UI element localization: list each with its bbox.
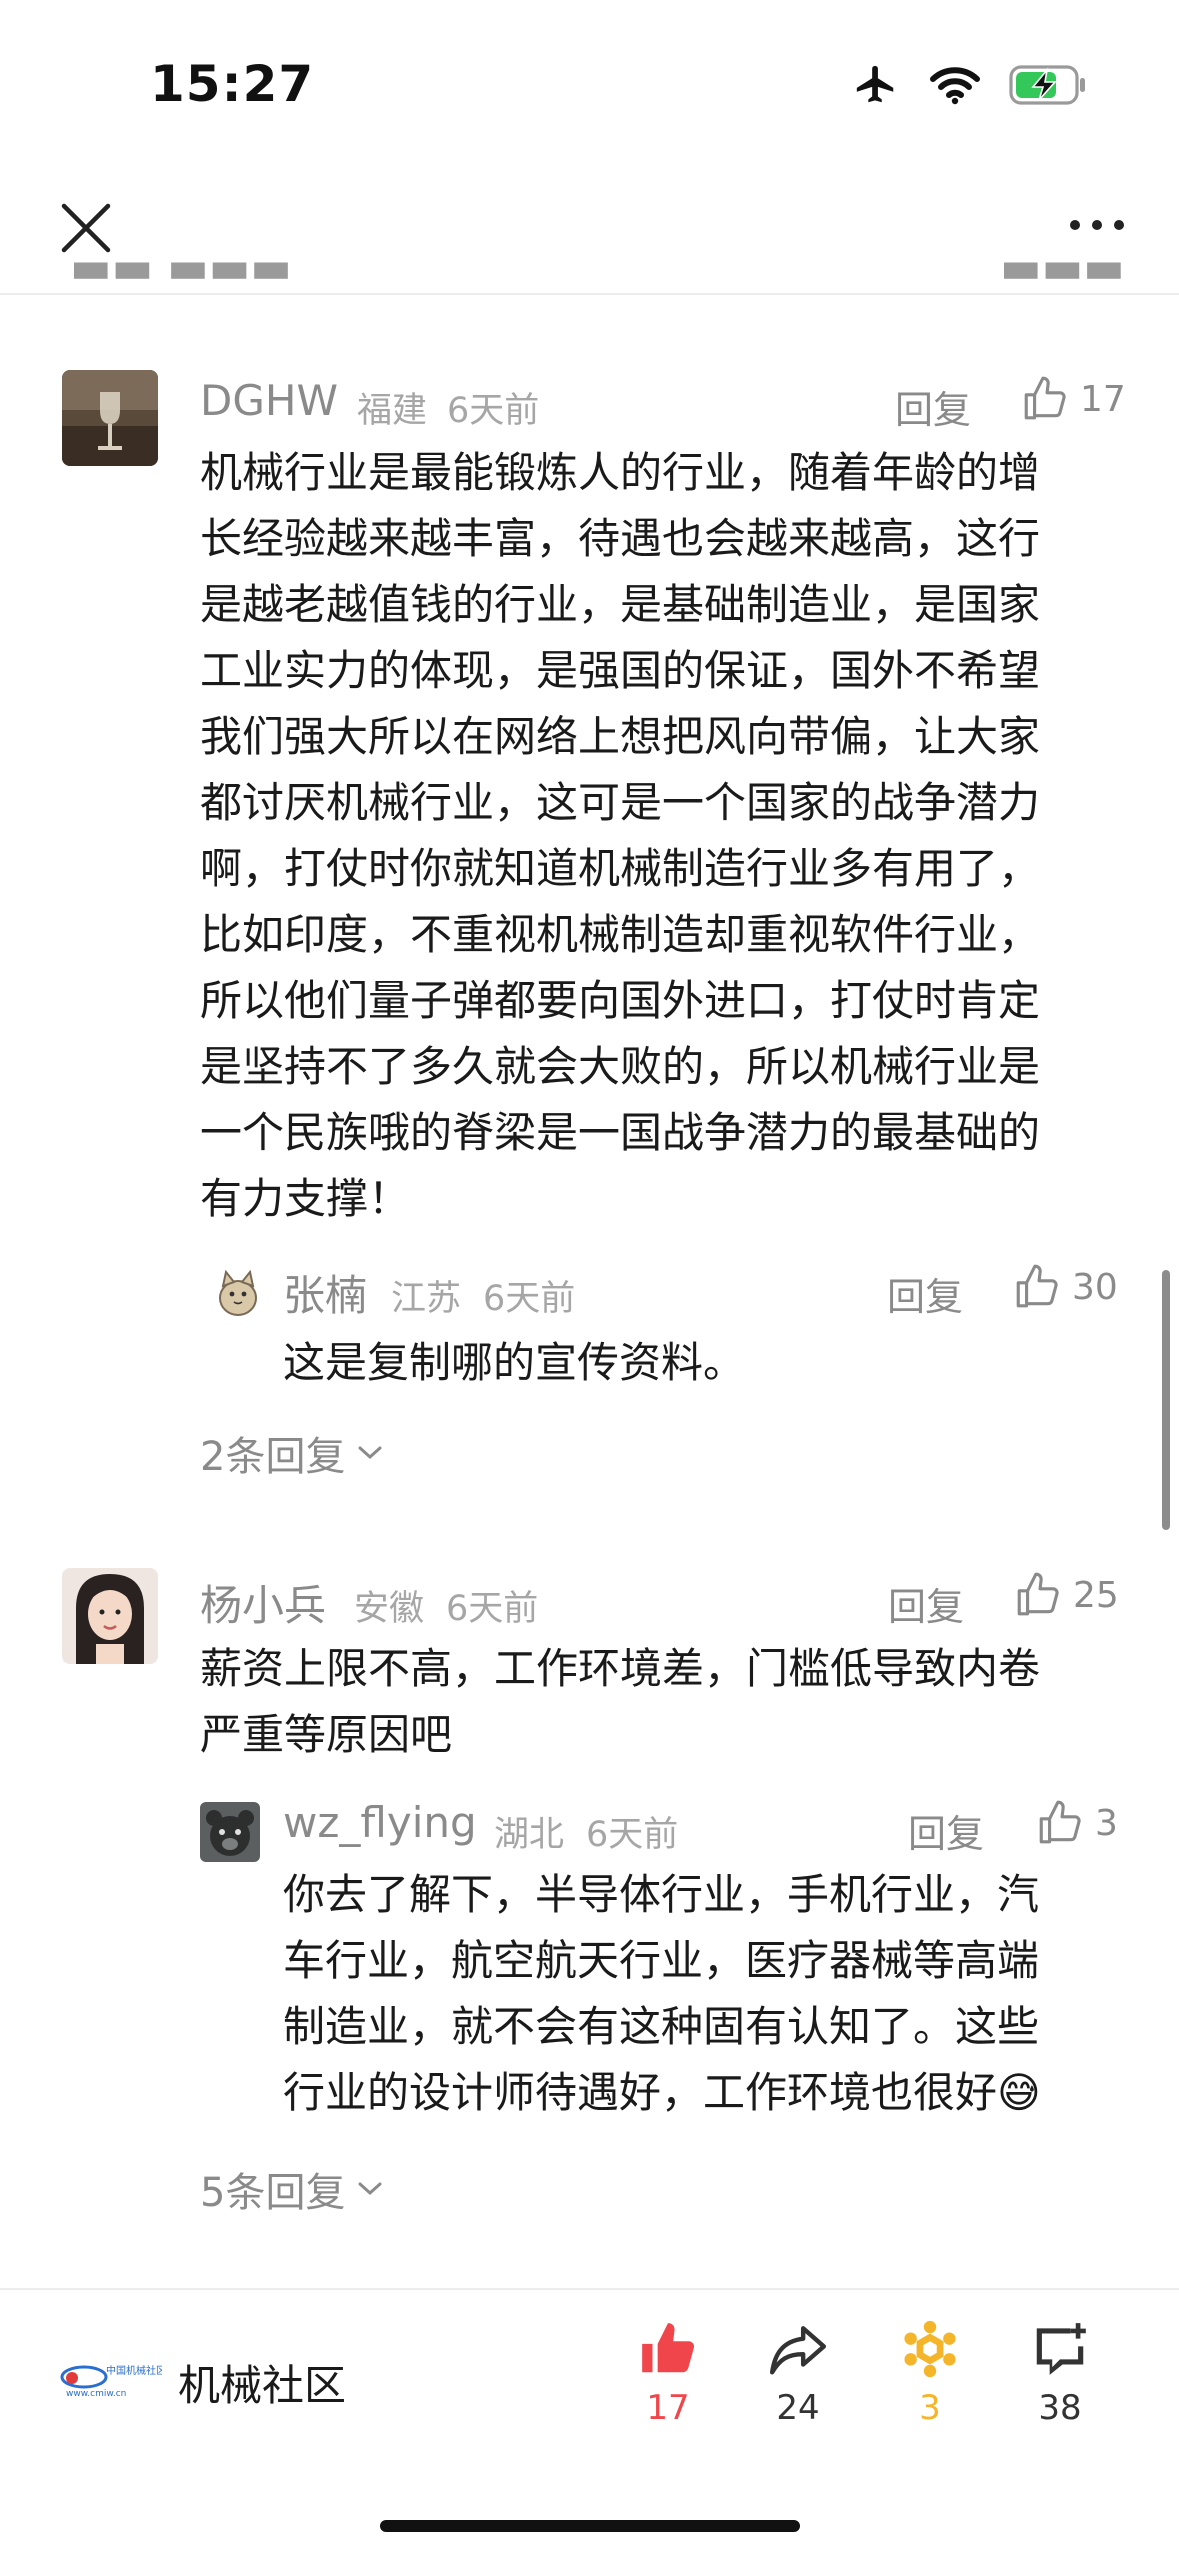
favorite-count: 3 [919, 2388, 941, 2428]
comment-text-line: 机械行业是最能锻炼人的行业，随着年龄的增 [200, 448, 1041, 497]
reply-like-button[interactable]: 30 [1012, 1262, 1118, 1312]
brand-logo-text: 中国机械社区 [106, 2364, 162, 2377]
avatar[interactable] [62, 1568, 158, 1664]
reply-text-line: 制造业，就不会有这种固有认知了。这些 [283, 2002, 1040, 2051]
status-time: 15:27 [150, 55, 315, 113]
thumbs-up-icon [1017, 1572, 1059, 1616]
comment-time: 6天前 [447, 391, 540, 431]
reply-text-line: 车行业，航空航天行业，医疗器械等高端 [283, 1936, 1040, 1985]
reply-button[interactable]: 回复 [895, 379, 971, 434]
thumbs-up-icon [1016, 1264, 1058, 1308]
reply-time: 6天前 [483, 1279, 576, 1319]
comment-like-button[interactable]: 17 [1020, 374, 1126, 424]
comment-text-line: 比如印度，不重视机械制造却重视软件行业， [200, 910, 1041, 959]
reply-button[interactable]: 回复 [888, 1576, 964, 1631]
clipped-previous-row-right: ▬▬▬ [1000, 262, 1125, 293]
comment-text-line: 有力支撑！ [200, 1174, 411, 1223]
airplane-icon [856, 65, 894, 103]
comment-add-icon [1036, 2323, 1086, 2375]
share-icon [769, 2326, 827, 2375]
like-action-button[interactable]: 17 [608, 2318, 728, 2428]
comment-text-line: 工业实力的体现，是强国的保证，国外不希望 [200, 646, 1041, 695]
comment-author[interactable]: DGHW [200, 376, 338, 425]
reply-like-button[interactable]: 3 [1035, 1798, 1118, 1848]
reply-author[interactable]: wz_flying [283, 1798, 477, 1847]
comment-text-line: 长经验越来越丰富，待遇也会越来越高，这行 [200, 514, 1041, 563]
reply-text-span: 行业的设计师待遇好，工作环境也很好 [283, 2068, 998, 2117]
comment-text-line: 一个民族哦的脊梁是一国战争潜力的最基础的 [200, 1108, 1041, 1157]
more-replies-label: 2条回复 [200, 1434, 346, 1480]
more-replies-label: 5条回复 [200, 2170, 346, 2216]
reply-avatar[interactable] [200, 1802, 260, 1862]
home-indicator[interactable] [380, 2520, 800, 2532]
brand-logo[interactable]: 中国机械社区 www.cmiw.cn [58, 2352, 162, 2402]
reply-author[interactable]: 张楠 [283, 1262, 367, 1323]
reply-location: 湖北 [494, 1815, 565, 1855]
comment-like-button[interactable]: 25 [1013, 1570, 1119, 1620]
cat-avatar [208, 1262, 268, 1322]
favorite-action-button[interactable]: 3 [870, 2318, 990, 2428]
comment-time: 6天前 [446, 1589, 539, 1629]
chevron-down-icon [358, 2182, 382, 2196]
share-count: 24 [776, 2388, 820, 2428]
chevron-down-icon [358, 1446, 382, 1460]
thumbs-up-filled-icon [642, 2323, 695, 2373]
thumbs-up-icon [1024, 376, 1066, 420]
brand-logo-url-text: www.cmiw.cn [66, 2389, 126, 2399]
bottom-bar-divider [0, 2288, 1179, 2290]
reply-button[interactable]: 回复 [908, 1803, 984, 1858]
more-icon[interactable] [1067, 210, 1127, 240]
brand-name[interactable]: 机械社区 [178, 2352, 346, 2413]
reply-text: 这是复制哪的宣传资料。 [283, 1338, 746, 1387]
reply-button[interactable]: 回复 [887, 1266, 963, 1321]
laugh-cry-emoji: 😅 [997, 2068, 1041, 2117]
scrollbar[interactable] [1162, 1270, 1170, 1530]
bear-avatar [200, 1802, 260, 1862]
comment-text-line: 严重等原因吧 [200, 1710, 453, 1759]
comment-text-line: 所以他们量子弹都要向国外进口，打仗时肯定 [200, 976, 1041, 1025]
like-count: 30 [1072, 1266, 1118, 1308]
reply-text-line: 你去了解下，半导体行业，手机行业，汽 [283, 1870, 1040, 1919]
like-count: 3 [1095, 1802, 1118, 1844]
comment-location: 安徽 [354, 1589, 425, 1629]
status-icons [851, 62, 1089, 108]
comment-text-line: 薪资上限不高，工作环境差，门槛低导致内卷 [200, 1644, 1041, 1693]
comment-author[interactable]: 杨小兵 [200, 1572, 326, 1633]
battery-charging-icon [1009, 65, 1085, 105]
reply-text-line: 行业的设计师待遇好，工作环境也很好😅 [283, 2060, 1143, 2126]
comment-text: 薪资上限不高，工作环境差，门槛低导致内卷 严重等原因吧 [200, 1636, 1130, 1768]
like-count: 17 [1080, 378, 1126, 420]
wifi-icon [930, 67, 980, 105]
reply-text: 你去了解下，半导体行业，手机行业，汽 车行业，航空航天行业，医疗器械等高端 制造… [283, 1862, 1143, 2126]
reply-location: 江苏 [391, 1279, 462, 1319]
clipped-previous-row-left: ▬▬ ▬▬▬ [70, 262, 292, 293]
favorite-badge-icon [904, 2320, 956, 2378]
comment-text-line: 啊，打仗时你就知道机械制造行业多有用了， [200, 844, 1041, 893]
reply-avatar[interactable] [208, 1262, 268, 1322]
comment-text-line: 是越老越值钱的行业，是基础制造业，是国家 [200, 580, 1041, 629]
close-icon[interactable] [58, 200, 114, 256]
comment-text-line: 都讨厌机械行业，这可是一个国家的战争潜力 [200, 778, 1041, 827]
share-action-button[interactable]: 24 [738, 2318, 858, 2428]
comment-text-line: 是坚持不了多久就会大败的，所以机械行业是 [200, 1042, 1041, 1091]
comment-action-button[interactable]: 38 [1000, 2318, 1120, 2428]
comment-text: 机械行业是最能锻炼人的行业，随着年龄的增 长经验越来越丰富，待遇也会越来越高，这… [200, 440, 1130, 1232]
avatar-photo [62, 370, 158, 466]
more-replies-button[interactable]: 5条回复 [200, 2160, 383, 2218]
comment-count: 38 [1038, 2388, 1082, 2428]
like-count: 17 [646, 2388, 690, 2428]
avatar[interactable] [62, 370, 158, 466]
comment-text-line: 我们强大所以在网络上想把风向带偏，让大家 [200, 712, 1041, 761]
more-replies-button[interactable]: 2条回复 [200, 1424, 383, 1482]
comment-location: 福建 [357, 391, 428, 431]
like-count: 25 [1073, 1574, 1119, 1616]
reply-time: 6天前 [586, 1815, 679, 1855]
thumbs-up-icon [1039, 1800, 1081, 1844]
avatar-photo [62, 1568, 158, 1664]
